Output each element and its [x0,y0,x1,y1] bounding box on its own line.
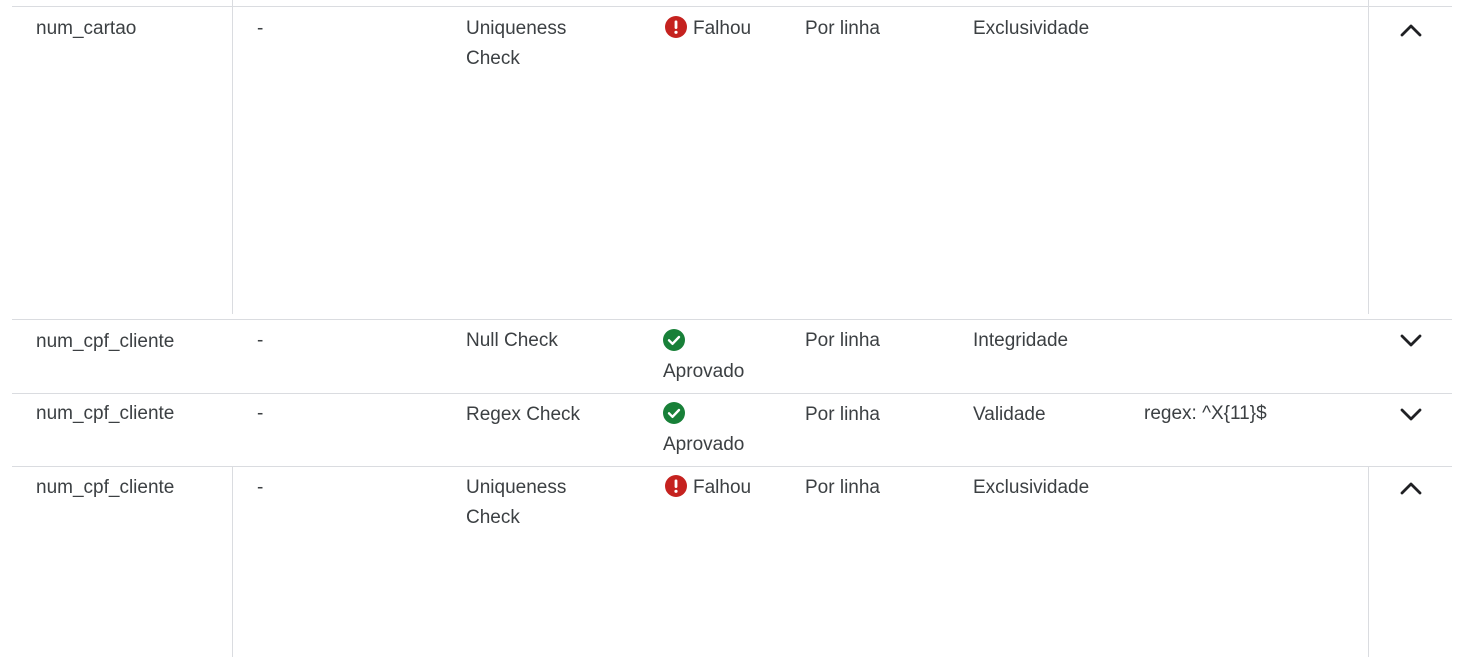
expanded-divider-right [1368,467,1369,657]
error-icon [665,475,687,497]
status-badge: Aprovado [663,400,773,460]
rule-type-cell: Uniqueness Check [466,18,567,69]
error-icon [665,16,687,38]
chevron-down-icon [1400,334,1422,347]
quality-results-table: num_cartao - Uniqueness Check Falhou Por… [12,0,1452,657]
status-badge: Falhou [665,473,751,503]
dimension-value-cell: - [257,477,264,498]
table-row: num_cpf_cliente - Uniqueness Check Falho… [12,467,1452,657]
status-text: Aprovado [663,434,745,455]
check-circle-icon [663,329,685,351]
status-badge: Falhou [665,14,751,44]
dimension-value-cell: - [257,330,264,351]
check-circle-icon [663,402,685,424]
status-text: Aprovado [663,361,745,382]
rule-type-cell: Uniqueness Check [466,477,567,528]
params-cell: regex: ^X{11}$ [1144,403,1267,424]
table-row: num_cartao - Uniqueness Check Falhou Por… [12,0,1452,320]
collapse-row-button[interactable] [1397,474,1425,502]
chevron-down-icon [1400,408,1422,421]
dimension-value-cell: - [257,403,264,424]
dimension-value-cell: - [257,18,264,39]
column-name-cell: num_cpf_cliente [36,331,175,352]
scope-cell: Por linha [805,330,880,351]
column-name-cell: num_cartao [36,18,137,39]
expanded-divider-left [232,467,233,657]
collapse-row-button[interactable] [1397,16,1425,44]
expand-row-button[interactable] [1397,400,1425,428]
dimension-cell: Integridade [973,330,1069,351]
expand-row-button[interactable] [1397,326,1425,354]
rule-type-cell: Null Check [466,330,558,351]
dimension-cell: Exclusividade [973,477,1090,498]
scope-cell: Por linha [805,477,880,498]
column-name-cell: num_cpf_cliente [36,477,175,498]
dimension-cell: Exclusividade [973,18,1090,39]
table-row: num_cpf_cliente - Regex Check Aprovado P… [12,394,1452,467]
expanded-divider-right [1368,0,1369,314]
column-name-cell: num_cpf_cliente [36,403,175,424]
dimension-cell: Validade [973,404,1046,425]
status-text: Falhou [693,18,752,39]
chevron-up-icon [1400,24,1422,37]
rule-type-cell: Regex Check [466,404,581,425]
status-text: Falhou [693,477,752,498]
scope-cell: Por linha [805,404,880,425]
status-badge: Aprovado [663,327,773,387]
scope-cell: Por linha [805,18,880,39]
chevron-up-icon [1400,482,1422,495]
table-row: num_cpf_cliente - Null Check Aprovado Po… [12,320,1452,394]
expanded-divider-left [232,0,233,314]
